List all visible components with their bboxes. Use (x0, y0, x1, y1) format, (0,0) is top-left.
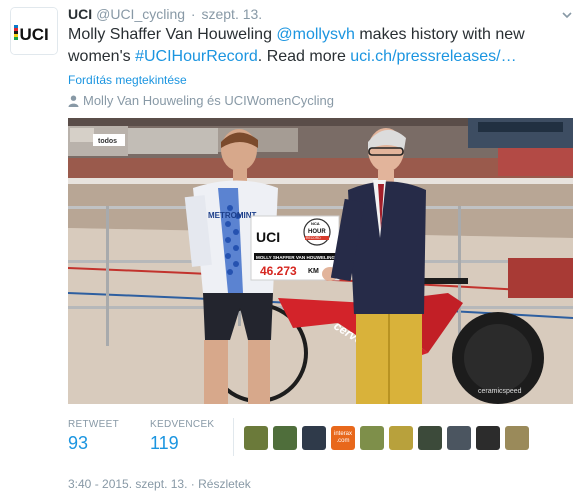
retweet-count[interactable]: 93 (68, 433, 119, 454)
footer-separator: · (190, 477, 195, 491)
svg-text:ceramicspeed: ceramicspeed (478, 388, 522, 395)
tagged-people-label: Molly Van Houweling és UCIWomenCycling (83, 93, 334, 108)
person-icon (68, 95, 79, 107)
tweet-text-part: Molly Shaffer Van Houweling (68, 26, 277, 43)
tweet-text-part: women's (68, 48, 136, 65)
chevron-down-icon[interactable] (561, 9, 573, 21)
jersey-text: METROMINT (208, 211, 257, 220)
tweet-text-part: . Read more (257, 48, 351, 65)
favoriter-avatar-9[interactable] (476, 426, 500, 450)
retweet-label: RETWEET (68, 419, 119, 430)
favoriter-avatar-6[interactable] (389, 426, 413, 450)
details-link[interactable]: Részletek (198, 477, 251, 491)
mention-link[interactable]: @mollysvh (276, 26, 354, 43)
sign-name-text: MOLLY SHAFFER VAN HOUWELING (256, 255, 335, 260)
uci-logo-icon: UCI (11, 8, 57, 54)
tweet-header: UCI @UCI_cycling · szept. 13. (68, 6, 262, 22)
sign-badge-text: HOUR (308, 229, 326, 235)
sign-distance-text: 46.273 (260, 264, 297, 278)
favoriter-avatar-8[interactable] (447, 426, 471, 450)
tweet-timestamp[interactable]: 3:40 - 2015. szept. 13. (68, 477, 187, 491)
tweet-footer: 3:40 - 2015. szept. 13. · Részletek (68, 477, 251, 491)
favoriter-avatar-2[interactable] (273, 426, 297, 450)
author-fullname[interactable]: UCI (68, 6, 92, 22)
stats-divider (233, 418, 234, 456)
favoriter-avatar-1[interactable] (244, 426, 268, 450)
photo-scene: todos ceramicspeed cervelo METROMINT UCI… (68, 118, 573, 404)
uci-avatar[interactable]: UCI (10, 7, 58, 55)
translate-link[interactable]: Fordítás megtekintése (68, 73, 187, 87)
favoriter-avatar-text: interax .com (333, 431, 352, 444)
sign-unit-text: KM (308, 268, 319, 275)
favoriter-avatar-7[interactable] (418, 426, 442, 450)
sign-badge-sub-text: RECORD (306, 236, 321, 240)
svg-text:UCI: UCI (20, 25, 49, 44)
sign-badge-small-text: NCA (311, 221, 320, 226)
hashtag-link[interactable]: #UCIHourRecord (135, 48, 258, 65)
favoriter-avatar-4[interactable]: interax .com (331, 426, 355, 450)
sign-logo-text: UCI (256, 229, 280, 245)
author-username[interactable]: @UCI_cycling (96, 6, 185, 22)
favoriter-avatar-3[interactable] (302, 426, 326, 450)
favoriter-avatar-5[interactable] (360, 426, 384, 450)
tweet-card: UCI UCI @UCI_cycling · szept. 13. Molly S… (0, 0, 583, 498)
tagged-people[interactable]: Molly Van Houweling és UCIWomenCycling (68, 93, 334, 108)
url-link[interactable]: uci.ch/pressreleases/… (350, 48, 516, 65)
tweet-text: Molly Shaffer Van Houweling @mollysvh ma… (68, 24, 573, 68)
header-separator: · (190, 6, 196, 22)
tweet-text-part: makes history with new (354, 26, 525, 43)
retweet-stat[interactable]: RETWEET 93 (68, 419, 119, 454)
favorites-stat[interactable]: KEDVENCEK 119 (150, 419, 214, 454)
favorites-label: KEDVENCEK (150, 419, 215, 430)
favoriter-avatar-10[interactable] (505, 426, 529, 450)
tweet-photo[interactable]: todos ceramicspeed cervelo METROMINT UCI… (68, 118, 573, 404)
banner-text: todos (98, 138, 117, 145)
tweet-date[interactable]: szept. 13. (201, 6, 262, 22)
favorites-count[interactable]: 119 (150, 433, 214, 454)
